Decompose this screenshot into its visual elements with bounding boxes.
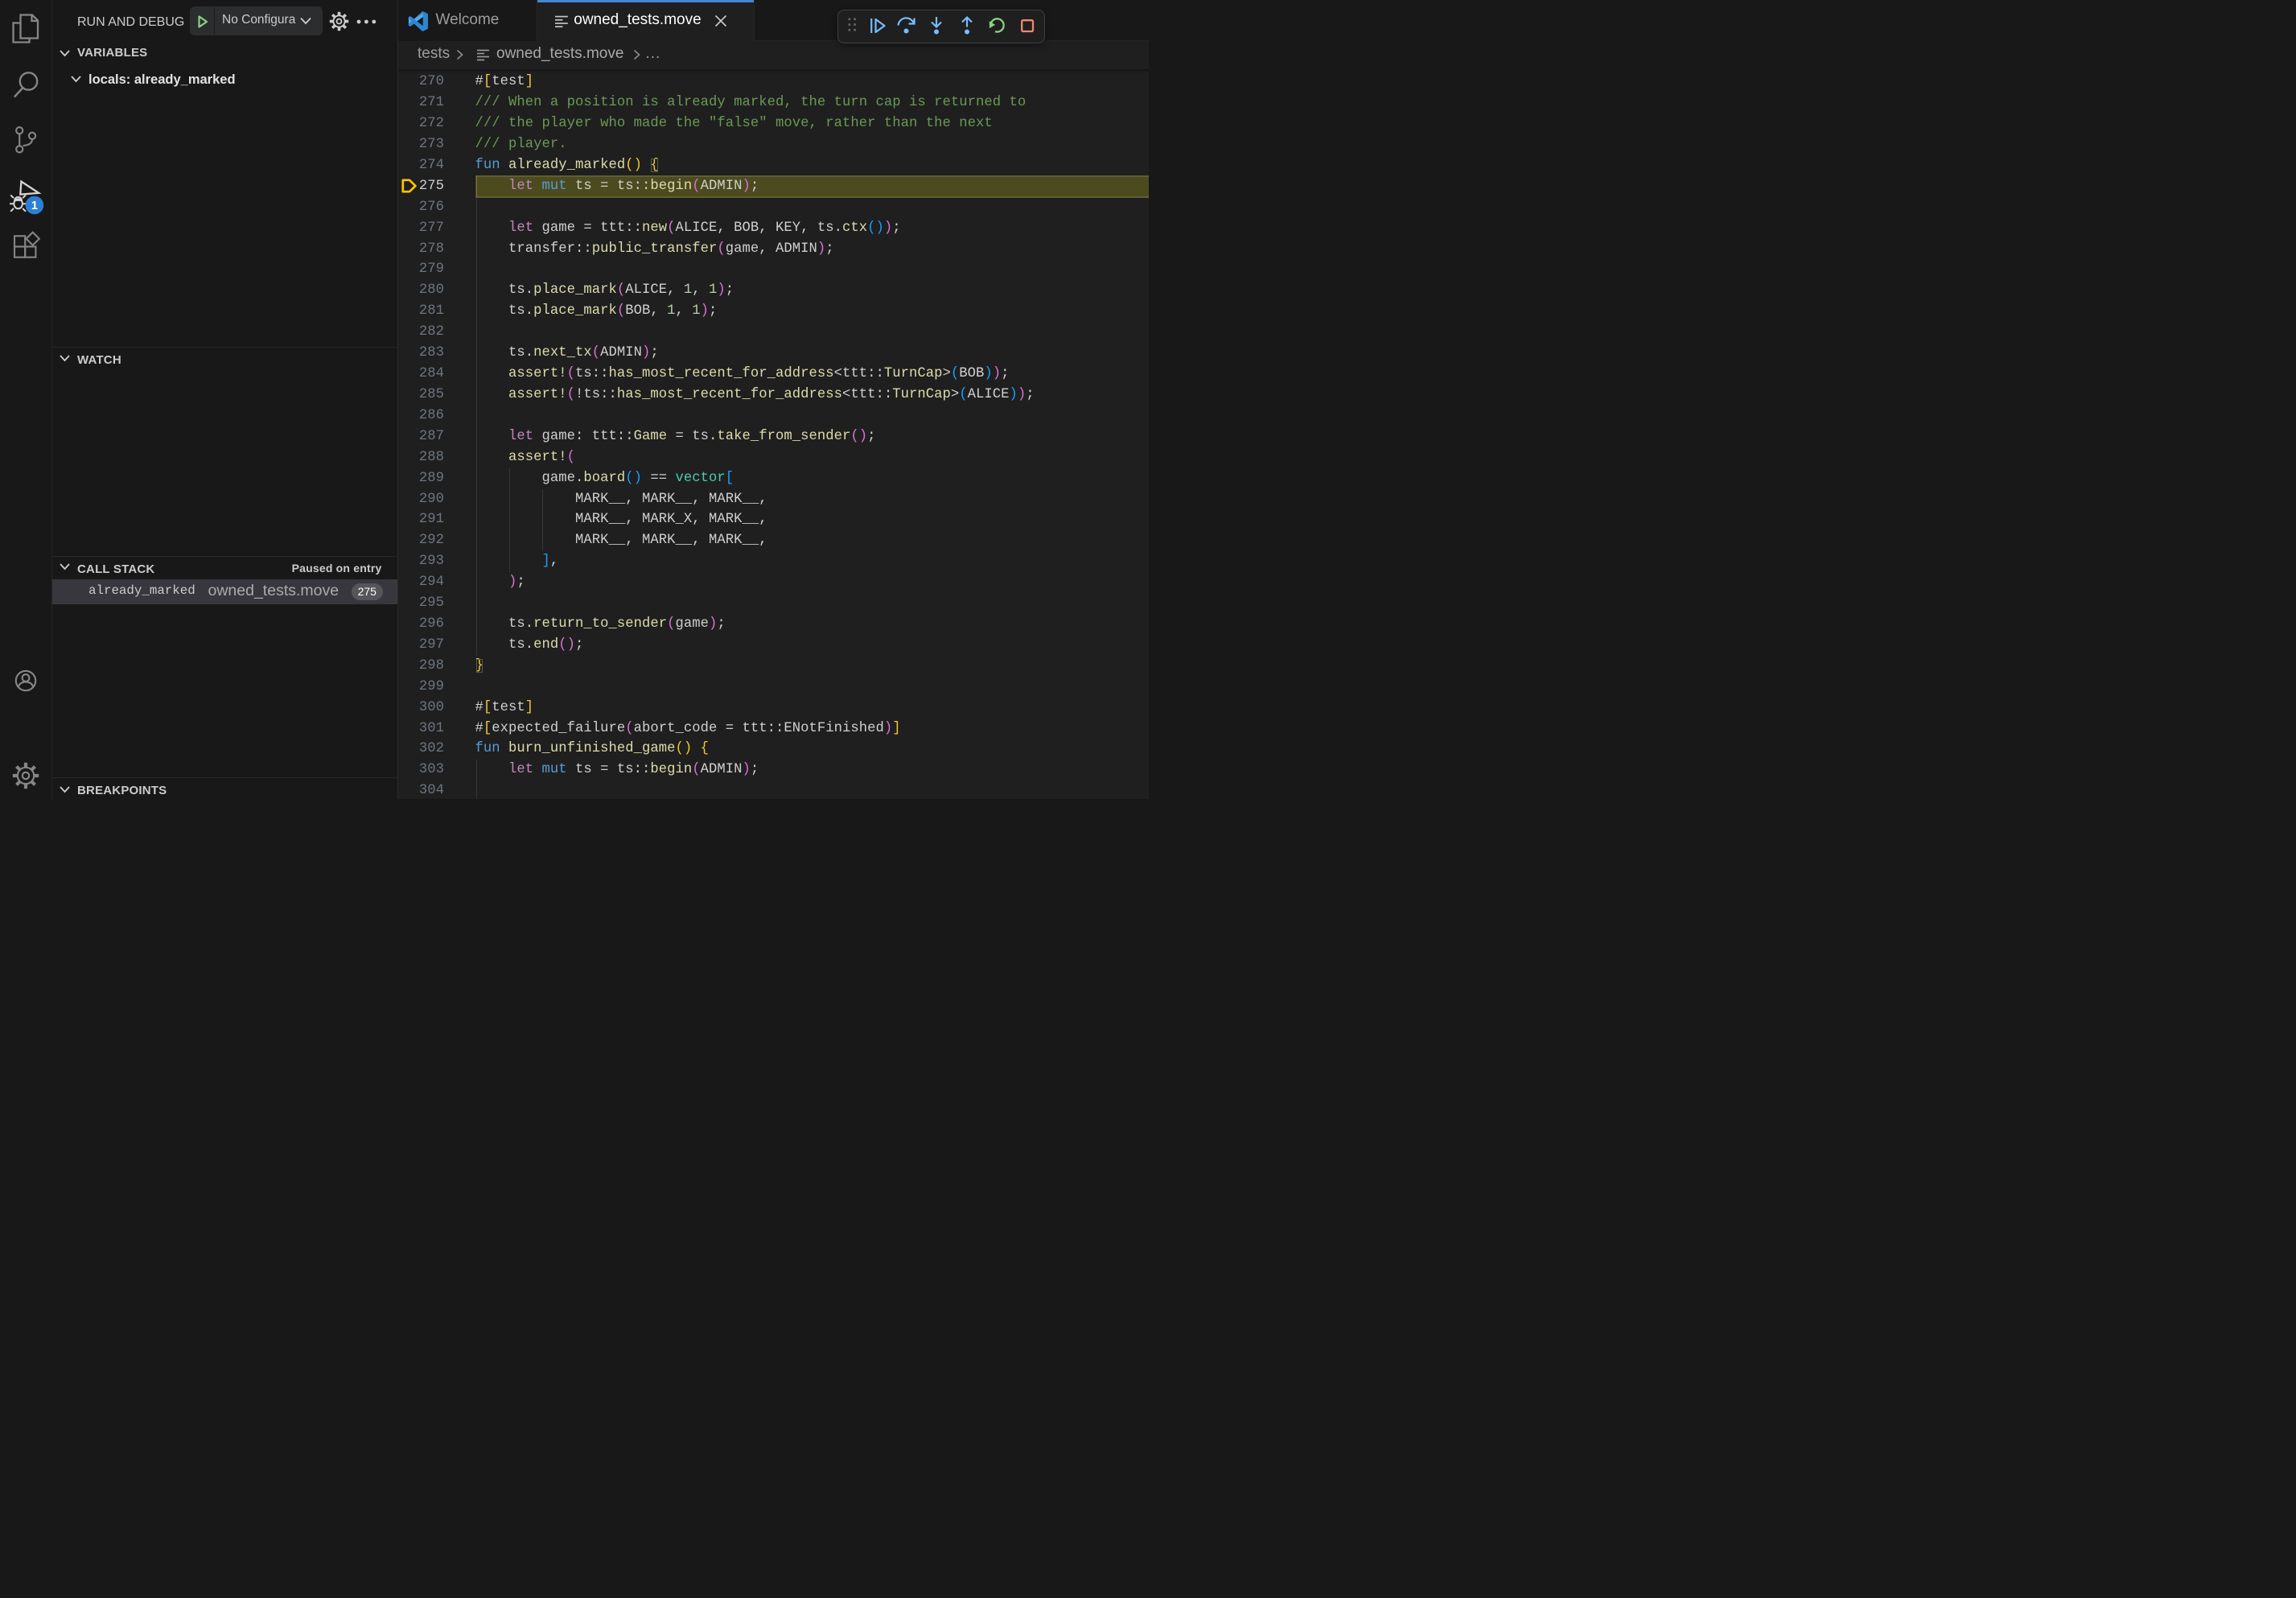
svg-text:1: 1: [31, 199, 38, 212]
